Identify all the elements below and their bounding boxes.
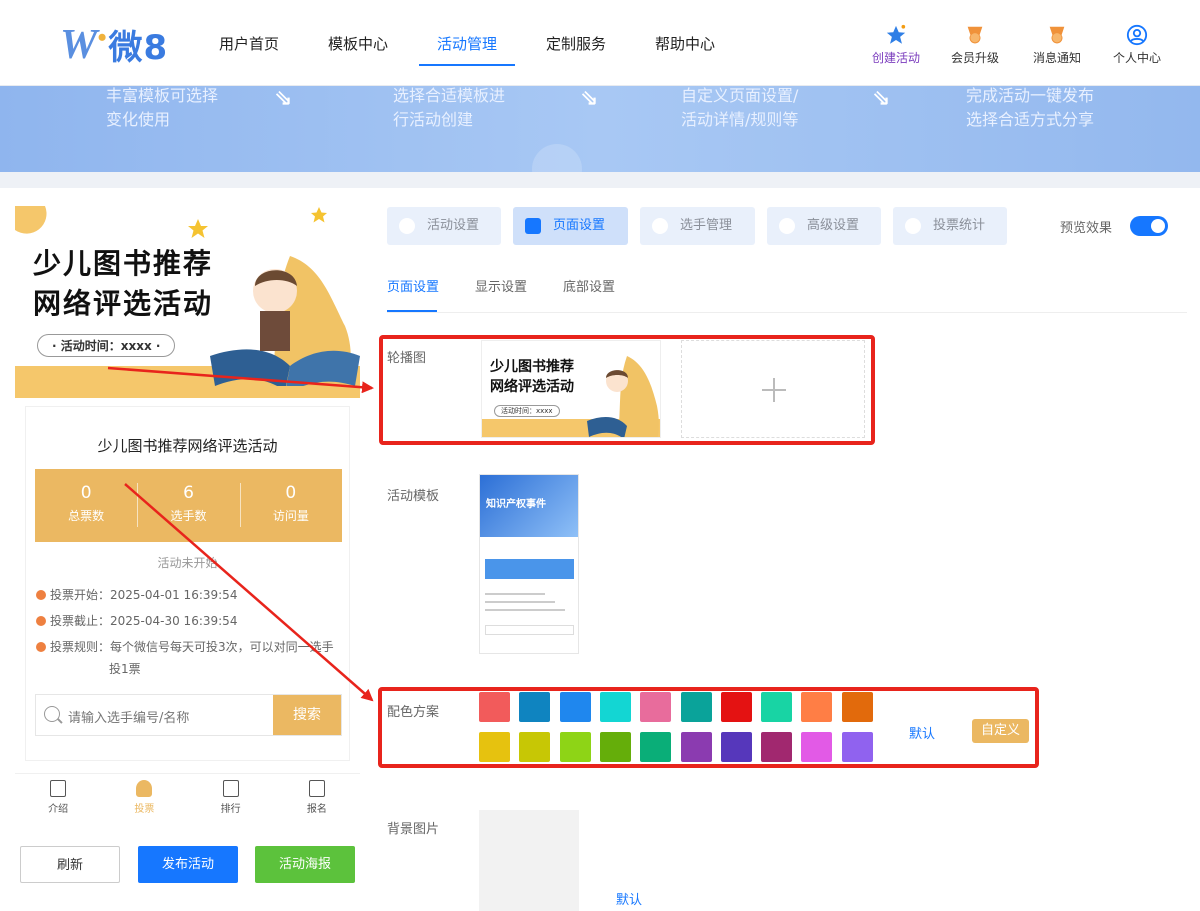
banner-step-4: 完成活动一键发布 选择合适方式分享 [966, 86, 1095, 129]
sliders-icon [779, 218, 795, 234]
nav-item-custom-service[interactable]: 定制服务 [546, 33, 606, 54]
vote-end-info: 投票截止：2025-04-30 16:39:54 [36, 610, 237, 632]
intro-icon [50, 780, 67, 797]
poster-illustration [210, 256, 360, 386]
search-button[interactable]: 搜索 [273, 695, 341, 735]
tab-activity-settings[interactable]: 活动设置 [387, 207, 501, 245]
tab-contestant-manage[interactable]: 选手管理 [640, 207, 755, 245]
subtab-page-settings[interactable]: 页面设置 [387, 276, 439, 295]
template-line [485, 593, 545, 595]
poster-title: 少儿图书推荐 网络评选活动 [33, 247, 214, 320]
template-title: 知识产权事件 [486, 499, 546, 510]
star-icon [886, 24, 906, 44]
stats-icon [905, 218, 921, 234]
user-circle-icon [1126, 24, 1148, 46]
heart-icon [399, 218, 415, 234]
banner-step-3: 自定义页面设置/活动详情/规则等 [681, 86, 799, 129]
signup-icon [308, 780, 325, 797]
poster-banner: 少儿图书推荐 网络评选活动 · 活动时间：xxxx · [15, 206, 360, 398]
vote-rule-info: 投票规则：每个微信号每天可投3次，可以对同一选手 投1票 [36, 636, 334, 680]
annotation-box-color-scheme [378, 687, 1039, 768]
activity-status: 活动未开始 [157, 556, 218, 570]
refresh-button[interactable]: 刷新 [20, 846, 120, 883]
tab-vote[interactable]: 投票 [101, 774, 187, 821]
tab-page-settings[interactable]: 页面设置 [513, 207, 628, 245]
background-image-upload[interactable] [479, 810, 579, 911]
nav-item-templates[interactable]: 模板中心 [328, 33, 388, 54]
moon-icon [15, 206, 47, 234]
user-center-button[interactable]: 个人中心 [1102, 24, 1172, 66]
vote-start-info: 投票开始：2025-04-01 16:39:54 [36, 584, 237, 606]
subtab-divider [387, 312, 1187, 313]
activity-card: 少儿图书推荐网络评选活动 0 总票数 6 选手数 0 访问量 活动未开始 投票开始：2… [25, 406, 350, 761]
notifications-button[interactable]: 消息通知 [1022, 24, 1092, 66]
phone-tabbar: 介绍 投票 排行 报名 [15, 773, 360, 821]
stat-total-votes: 0 总票数 [68, 483, 105, 523]
user-icon [652, 218, 668, 234]
template-line [485, 609, 565, 611]
vote-user-icon [136, 780, 153, 797]
search-input[interactable]: 请输入选手编号/名称 [68, 707, 189, 726]
nav-item-help[interactable]: 帮助中心 [655, 33, 715, 54]
background-image-label: 背景图片 [387, 822, 440, 837]
subtab-active-underline [387, 310, 437, 312]
info-dot-icon [36, 616, 46, 626]
banner-arrow-icon: ⇘ [274, 86, 293, 111]
template-search [485, 625, 574, 635]
grid-icon [525, 218, 541, 234]
template-line [485, 601, 555, 603]
template-thumbnail[interactable]: 知识产权事件 [479, 474, 579, 654]
contestant-search: 请输入选手编号/名称 搜索 [35, 694, 342, 736]
info-dot-icon [36, 642, 46, 652]
info-dot-icon [36, 590, 46, 600]
create-activity-button[interactable]: 创建活动 [861, 24, 931, 66]
banner-step-1: 丰富模板可选择 变化使用 [106, 86, 219, 129]
publish-activity-button[interactable]: 发布活动 [138, 846, 238, 883]
tab-rank[interactable]: 排行 [188, 774, 274, 821]
stats-panel: 0 总票数 6 选手数 0 访问量 [35, 469, 342, 542]
subtab-footer-settings[interactable]: 底部设置 [563, 276, 615, 295]
subtab-display-settings[interactable]: 显示设置 [475, 276, 527, 295]
preview-toggle[interactable] [1130, 216, 1168, 236]
star-icon [188, 219, 208, 238]
medal-icon [967, 26, 983, 44]
stat-contestants: 6 选手数 [137, 469, 239, 542]
tab-intro[interactable]: 介绍 [15, 774, 101, 821]
nav-active-underline [419, 64, 515, 66]
top-navbar: W • 微8 用户首页 模板中心 活动管理 定制服务 帮助中心 创建活动 会员升级… [0, 0, 1200, 86]
rank-icon [222, 780, 239, 797]
logo-mark: W • [60, 21, 107, 68]
banner-arrow-icon: ⇘ [872, 86, 891, 111]
logo[interactable]: W • 微8 [60, 20, 168, 69]
search-icon [44, 706, 60, 722]
preview-toggle-label: 预览效果 [1060, 221, 1113, 236]
tab-vote-stats[interactable]: 投票统计 [893, 207, 1007, 245]
member-upgrade-button[interactable]: 会员升级 [940, 24, 1010, 66]
poster-time-badge: · 活动时间：xxxx · [37, 334, 176, 357]
activity-poster-button[interactable]: 活动海报 [255, 846, 355, 883]
stat-visits: 0 访问量 [239, 469, 342, 542]
tab-advanced-settings[interactable]: 高级设置 [767, 207, 881, 245]
banner-step-2: 选择合适模板进 行活动创建 [393, 86, 506, 129]
banner-decoration [532, 144, 582, 172]
nav-item-activity-manage[interactable]: 活动管理 [437, 33, 497, 54]
logo-text: 微8 [108, 28, 169, 68]
nav-item-home[interactable]: 用户首页 [219, 33, 279, 54]
bell-medal-icon [1049, 26, 1065, 44]
phone-preview: 少儿图书推荐 网络评选活动 · 活动时间：xxxx · 少儿图书推荐网络评选活动 … [15, 206, 360, 911]
star-icon [311, 207, 327, 223]
banner-arrow-icon: ⇘ [580, 86, 599, 111]
template-label: 活动模板 [387, 489, 440, 504]
annotation-box-carousel [379, 335, 875, 445]
steps-banner: 丰富模板可选择 变化使用 ⇘ 选择合适模板进 行活动创建 ⇘ 自定义页面设置/活动详… [0, 86, 1200, 172]
template-stats-bar [485, 559, 574, 579]
tab-signup[interactable]: 报名 [274, 774, 360, 821]
activity-title: 少儿图书推荐网络评选活动 [97, 437, 278, 455]
background-default-button[interactable]: 默认 [616, 889, 642, 908]
